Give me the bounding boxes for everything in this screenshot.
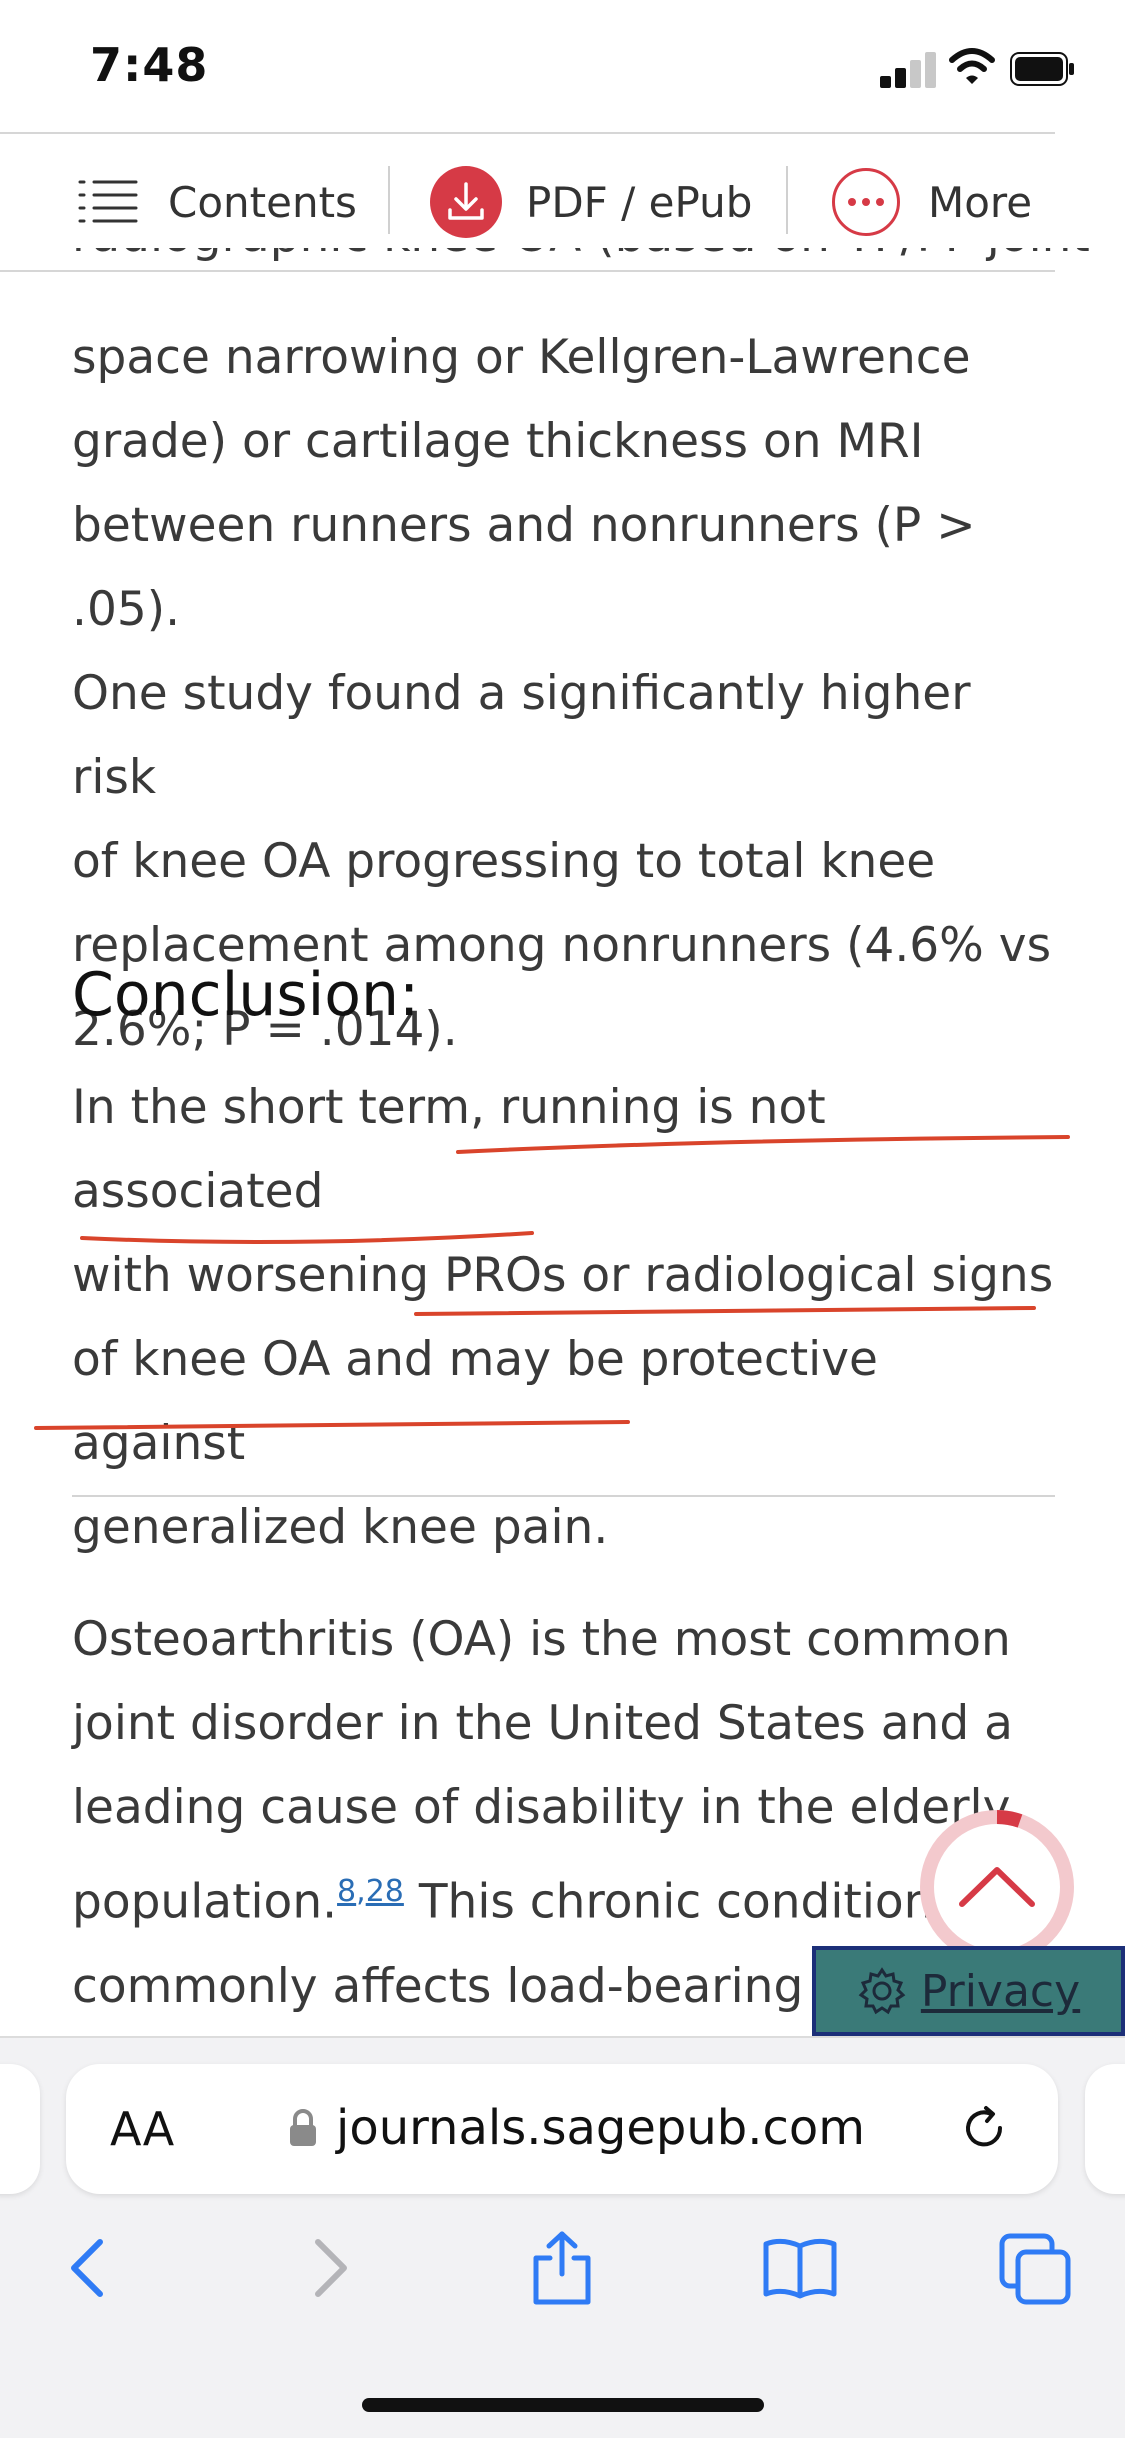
contents-label: Contents (168, 177, 357, 227)
text-line: space narrowing or Kellgren-Lawrence (72, 330, 971, 385)
text-line: leading cause of disability in the elder… (72, 1780, 1011, 1835)
lock-icon (290, 2109, 316, 2146)
reader-settings-button[interactable]: AA (110, 2102, 174, 2156)
url-text: journals.sagepub.com (336, 2100, 866, 2156)
handwritten-underline-annotations (34, 1135, 1070, 1430)
toolbar-divider (388, 166, 390, 234)
browser-toolbar: AA journals.sagepub.com (0, 2036, 1125, 2438)
battery-icon (1010, 52, 1074, 86)
address-bar[interactable]: AA journals.sagepub.com (66, 2064, 1058, 2194)
reference-separator: , (356, 1874, 366, 1909)
text-line: between runners and nonrunners (P > .05)… (72, 498, 976, 637)
status-bar: 7:48 (0, 0, 1125, 132)
text-line: Osteoarthritis (OA) is the most common (72, 1612, 1011, 1667)
home-indicator (362, 2398, 764, 2412)
text-line: population.8,28 This chronic condition (72, 1850, 1062, 1945)
back-icon[interactable] (48, 2228, 128, 2308)
conclusion-heading: Conclusion: (72, 960, 420, 1030)
reload-icon[interactable] (960, 2104, 1010, 2154)
bookmarks-icon[interactable] (760, 2228, 840, 2308)
text-line: joint disorder in the United States and … (72, 1696, 1013, 1751)
more-label: More (928, 177, 1033, 227)
toolbar-divider (786, 166, 788, 234)
forward-icon[interactable] (290, 2228, 370, 2308)
share-icon[interactable] (522, 2228, 602, 2308)
reference-link-8[interactable]: 8 (337, 1874, 356, 1909)
tabs-icon[interactable] (996, 2228, 1076, 2308)
text-line: One study found a significantly higher r… (72, 666, 971, 805)
gear-icon (858, 1967, 906, 2015)
wifi-icon (949, 48, 995, 84)
pdf-epub-label: PDF / ePub (526, 177, 753, 227)
reference-link-28[interactable]: 28 (366, 1874, 404, 1909)
text-fragment: This chronic condition (418, 1874, 934, 1930)
privacy-button[interactable]: Privacy (812, 1946, 1125, 2036)
previous-tab-preview[interactable] (0, 2064, 40, 2194)
clipped-text-line: radiographic knee OA (based on TF/PF joi… (72, 248, 1107, 286)
download-icon (430, 166, 502, 238)
privacy-label: Privacy (920, 1965, 1081, 2017)
text-line: of knee OA progressing to total knee (72, 834, 936, 889)
more-dots-icon (832, 168, 900, 236)
results-paragraph: space narrowing or Kellgren-Lawrence gra… (72, 316, 1062, 1072)
next-tab-preview[interactable] (1085, 2064, 1125, 2194)
status-time: 7:48 (90, 38, 209, 92)
cellular-signal-icon (880, 52, 938, 88)
section-divider (72, 1495, 1055, 1497)
list-icon (78, 180, 138, 223)
text-line: generalized knee pain. (72, 1500, 609, 1555)
text-fragment: population. (72, 1874, 338, 1930)
scroll-to-top-button[interactable] (916, 1806, 1078, 1968)
text-line: grade) or cartilage thickness on MRI (72, 414, 924, 469)
